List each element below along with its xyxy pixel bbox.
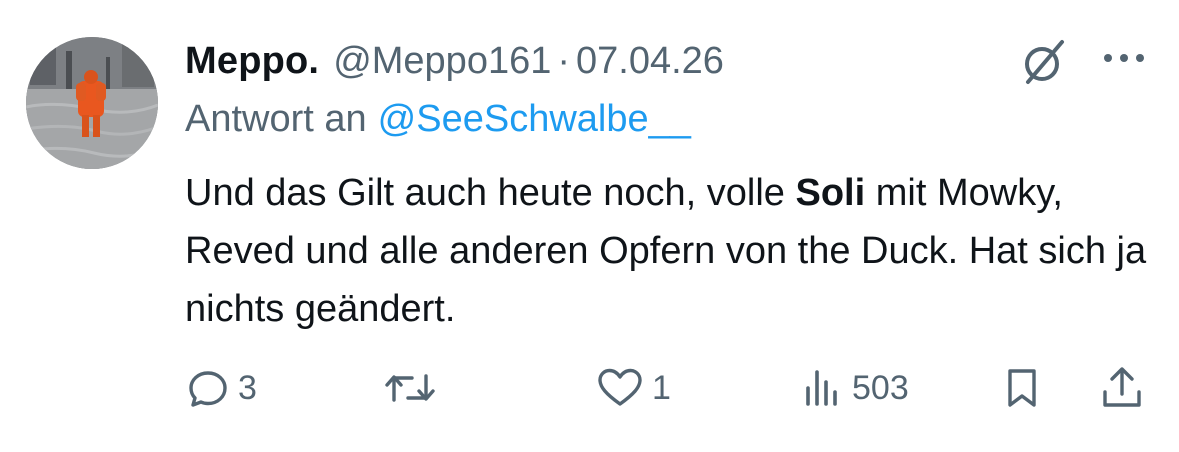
tweet-text: Und das Gilt auch heute noch, volle Soli… [185,164,1165,338]
author-handle[interactable]: @Meppo161 [333,40,551,83]
reply-handle-link[interactable]: @SeeSchwalbe__ [378,98,691,141]
views-icon [806,370,837,406]
separator-dot: · [557,39,571,82]
tweet-text-bold: Soli [795,172,866,214]
more-icon[interactable] [1100,48,1148,68]
share-button[interactable] [1098,360,1146,416]
tweet-date[interactable]: 07.04.26 [576,40,724,83]
like-count: 1 [652,368,671,407]
tweet-text-part: Und das Gilt auch heute noch, volle [185,172,796,214]
share-icon [1103,367,1141,407]
reply-icon [189,371,227,407]
author-display-name[interactable]: Meppo. [185,40,319,83]
reply-prefix: Antwort an [185,97,367,140]
like-icon [598,368,642,406]
retweet-icon [385,374,435,402]
bookmark-button[interactable] [1000,360,1044,416]
grok-icon[interactable] [1018,36,1070,88]
avatar-image [26,37,158,169]
reply-count: 3 [238,368,257,407]
views-count: 503 [852,368,909,407]
avatar[interactable] [26,37,158,169]
views-button[interactable]: 503 [800,360,909,416]
reply-context: Antwort an @SeeSchwalbe__ [185,92,691,146]
tweet-header: Meppo. @Meppo161 · 07.04.26 [185,34,724,88]
reply-button[interactable]: 3 [186,360,257,416]
bookmark-icon [1008,369,1036,407]
retweet-button[interactable] [384,360,436,416]
like-button[interactable]: 1 [596,360,671,416]
